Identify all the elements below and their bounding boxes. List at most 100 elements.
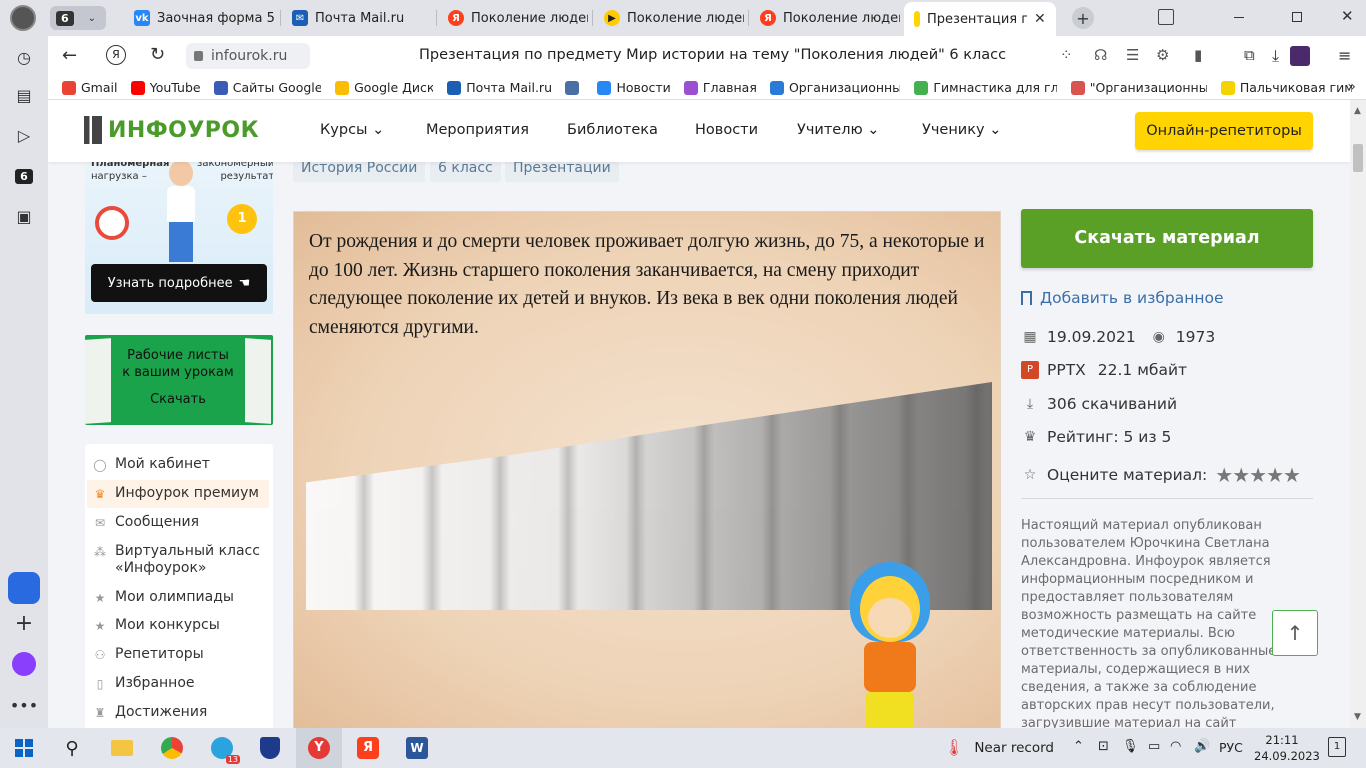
- online-tutors-button[interactable]: Онлайн-репетиторы: [1135, 112, 1313, 150]
- new-tab-button[interactable]: +: [1072, 7, 1094, 29]
- add-panel-icon[interactable]: +: [11, 610, 37, 636]
- menu-item[interactable]: ⚇ Репетиторы: [93, 646, 269, 663]
- network-icon[interactable]: ▭: [1148, 739, 1160, 754]
- menu-item[interactable]: ⁂ Виртуальный класс «Инфоурок»: [93, 543, 269, 577]
- word-icon[interactable]: W: [403, 734, 431, 762]
- minimize-icon[interactable]: [1234, 17, 1244, 18]
- rating-star-icon[interactable]: ★: [1249, 463, 1267, 487]
- defender-icon[interactable]: [256, 734, 284, 762]
- yandex-browser-icon[interactable]: Y: [296, 728, 342, 768]
- reader-icon[interactable]: ☰: [1126, 46, 1139, 64]
- collections-icon[interactable]: [1158, 9, 1174, 25]
- telegram-icon[interactable]: 13: [208, 734, 240, 764]
- browser-profile-icon[interactable]: [10, 5, 36, 31]
- tab-yandex-1[interactable]: Я Поколение людей: [438, 4, 588, 32]
- scrollbar-thumb[interactable]: [1353, 144, 1363, 172]
- maximize-icon[interactable]: [1292, 12, 1302, 22]
- close-window-icon[interactable]: ✕: [1341, 7, 1354, 25]
- language-indicator[interactable]: РУС: [1219, 740, 1243, 755]
- nav-news[interactable]: Новости: [695, 122, 758, 138]
- clock[interactable]: 21:11 24.09.2023: [1254, 732, 1320, 764]
- tab-sync-icon[interactable]: ⧉: [1244, 46, 1255, 64]
- promo2-download-link[interactable]: Скачать: [111, 392, 245, 407]
- scroll-down-icon[interactable]: ▼: [1354, 712, 1361, 722]
- nav-courses[interactable]: Курсы ⌄: [320, 122, 384, 138]
- nav-events[interactable]: Мероприятия: [426, 122, 529, 138]
- tab-vk[interactable]: vk Заочная форма 5 к: [124, 4, 274, 32]
- notifications-icon[interactable]: 1: [1328, 737, 1346, 757]
- tab-infourok-active[interactable]: Презентация по ✕: [904, 2, 1056, 36]
- bookmark-item[interactable]: Организационны: [769, 80, 900, 95]
- avatar[interactable]: [1290, 46, 1310, 66]
- tab-group-counter[interactable]: 6 ⌄: [50, 6, 106, 30]
- yandex-home-icon[interactable]: Я: [106, 45, 126, 65]
- rating-star-icon[interactable]: ★: [1215, 463, 1233, 487]
- screenshot-icon[interactable]: ▣: [11, 203, 37, 229]
- tab-yandex-2[interactable]: ▶ Поколение людей: [594, 4, 744, 32]
- nav-library[interactable]: Библиотека: [567, 122, 658, 138]
- download-icon[interactable]: ⤓: [1272, 46, 1279, 66]
- menu-icon[interactable]: ≡: [1338, 46, 1351, 65]
- video-icon[interactable]: ▷: [11, 122, 37, 148]
- scroll-to-top-button[interactable]: ↑: [1272, 610, 1318, 656]
- menu-item[interactable]: ▯ Избранное: [93, 675, 269, 692]
- weather-widget[interactable]: 🌡 Near record: [944, 738, 1054, 757]
- extensions-icon[interactable]: ⚙: [1156, 46, 1169, 64]
- rating-star-icon[interactable]: ★: [1266, 463, 1284, 487]
- rating-star-icon[interactable]: ★: [1232, 463, 1250, 487]
- bookmarks-overflow-icon[interactable]: »: [1347, 79, 1356, 95]
- promo-banner-worksheets[interactable]: Рабочие листы к вашим урокам Скачать: [85, 335, 273, 425]
- wifi-icon[interactable]: ◠: [1170, 739, 1181, 754]
- more-icon[interactable]: •••: [10, 692, 38, 718]
- promo-learn-more-button[interactable]: Узнать подробнее ☚: [91, 264, 267, 302]
- close-tab-icon[interactable]: ✕: [1034, 11, 1046, 27]
- headphones-icon[interactable]: ☊: [1094, 46, 1107, 64]
- menu-item[interactable]: ★ Мои олимпиады: [93, 589, 269, 606]
- yandex-app-icon[interactable]: Я: [354, 734, 382, 762]
- windows-start-icon[interactable]: [10, 734, 38, 762]
- rating-stars[interactable]: ★★★★★: [1215, 463, 1301, 487]
- bookmark-item[interactable]: Пальчиковая гим: [1220, 80, 1352, 95]
- bookmark-item[interactable]: [564, 80, 584, 95]
- volume-icon[interactable]: 🔊: [1194, 739, 1210, 754]
- services-icon[interactable]: ⁘: [1060, 46, 1073, 64]
- menu-item[interactable]: ◯ Мой кабинет: [93, 456, 269, 473]
- bookmark-item[interactable]: Google Диск: [335, 80, 433, 95]
- bookmark-item[interactable]: YouTube: [130, 80, 200, 95]
- tab-yandex-3[interactable]: Я Поколение людей: [750, 4, 900, 32]
- bookmark-item[interactable]: Гимнастика для гл: [914, 80, 1057, 95]
- history-icon[interactable]: ◷: [11, 44, 37, 70]
- scroll-up-icon[interactable]: ▲: [1354, 106, 1361, 116]
- bookmark-item[interactable]: Сайты Google: [213, 80, 321, 95]
- six-icon[interactable]: 6: [11, 163, 37, 189]
- nav-student[interactable]: Ученику ⌄: [922, 122, 1001, 138]
- nav-teacher[interactable]: Учителю ⌄: [797, 122, 879, 138]
- tray-chevron-icon[interactable]: ⌃: [1073, 739, 1084, 754]
- bookmark-item[interactable]: Gmail: [62, 80, 117, 95]
- tab-mail[interactable]: ✉ Почта Mail.ru: [282, 4, 432, 32]
- menu-item[interactable]: ✉ Сообщения: [93, 514, 269, 531]
- menu-item[interactable]: ♜ Достижения: [93, 704, 269, 721]
- alice-icon[interactable]: [12, 652, 36, 676]
- address-field[interactable]: infourok.ru: [186, 43, 310, 69]
- reload-icon[interactable]: ↻: [150, 44, 165, 65]
- bookmark-item[interactable]: Почта Mail.ru: [447, 80, 551, 95]
- infourok-logo[interactable]: ИНФОУРОК: [84, 116, 259, 144]
- notes-icon[interactable]: ▤: [11, 82, 37, 108]
- page-scrollbar[interactable]: ▲ ▼: [1350, 100, 1366, 728]
- menu-item[interactable]: ♛ Инфоурок премиум: [93, 485, 269, 502]
- messenger-icon[interactable]: [8, 572, 40, 604]
- rating-star-icon[interactable]: ★: [1283, 463, 1301, 487]
- download-material-button[interactable]: Скачать материал: [1021, 209, 1313, 268]
- bookmark-icon[interactable]: ▮: [1194, 46, 1202, 64]
- microphone-icon[interactable]: 🎙: [1122, 739, 1139, 754]
- back-icon[interactable]: ←: [62, 45, 77, 66]
- search-icon[interactable]: ⚲: [58, 734, 86, 762]
- camera-tray-icon[interactable]: ⊡: [1098, 739, 1109, 754]
- bookmark-item[interactable]: "Организационны: [1070, 80, 1207, 95]
- file-explorer-icon[interactable]: [108, 734, 136, 762]
- bookmark-item[interactable]: Новости: [597, 80, 670, 95]
- add-to-favorites-link[interactable]: Добавить в избранное: [1021, 289, 1224, 307]
- chrome-icon[interactable]: [158, 734, 186, 762]
- menu-item[interactable]: ★ Мои конкурсы: [93, 617, 269, 634]
